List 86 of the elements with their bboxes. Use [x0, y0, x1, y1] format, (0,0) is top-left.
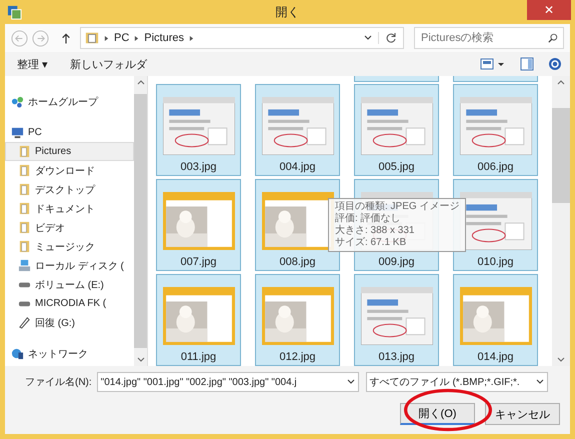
file-tile[interactable]: 006.jpg — [453, 84, 538, 176]
nav-label: ダウンロード — [35, 164, 95, 178]
nav-label: ビデオ — [35, 222, 65, 234]
nav-item[interactable]: ネットワーク — [5, 344, 134, 363]
nav-label: ホームグループ — [28, 96, 98, 108]
nav-item[interactable]: PC — [5, 123, 134, 142]
app-icon — [7, 4, 22, 20]
folder-icon — [18, 240, 31, 253]
network-icon — [11, 347, 24, 360]
nav-label: 回復 (G:) — [35, 316, 75, 330]
file-name: 004.jpg — [279, 161, 316, 173]
file-name: 008.jpg — [279, 256, 316, 268]
nav-item[interactable]: ドキュメント — [5, 199, 134, 218]
file-name: 009.jpg — [378, 256, 415, 268]
nav-item[interactable]: Pictures — [5, 142, 134, 161]
preview-pane-icon[interactable] — [520, 57, 534, 71]
nav-item[interactable]: 回復 (G:) — [5, 313, 134, 332]
file-tile[interactable]: 012.jpg — [255, 274, 340, 366]
computer-icon — [11, 126, 24, 139]
chevron-right-icon[interactable] — [134, 34, 140, 42]
nav-item[interactable]: ビデオ — [5, 218, 134, 237]
folder-icon — [18, 164, 31, 177]
organize-button[interactable]: 整理 ▾ — [13, 54, 52, 74]
close-button[interactable]: ✕ — [527, 0, 571, 20]
nav-item[interactable]: ミュージック — [5, 237, 134, 256]
chevron-down-icon[interactable] — [346, 379, 355, 385]
scroll-up-icon[interactable] — [557, 79, 565, 85]
nav-label: PC — [28, 127, 42, 138]
pen-icon — [18, 316, 31, 329]
address-bar[interactable]: PC Pictures — [80, 27, 404, 49]
file-tile[interactable]: 004.jpg — [255, 84, 340, 176]
file-name: 003.jpg — [180, 161, 217, 173]
nav-item[interactable]: ダウンロード — [5, 161, 134, 180]
filename-field[interactable]: "014.jpg" "001.jpg" "002.jpg" "003.jpg" "004.j — [96, 372, 359, 392]
file-name: 012.jpg — [279, 351, 316, 363]
file-tile[interactable]: 005.jpg — [354, 84, 439, 176]
file-tile[interactable]: 011.jpg — [156, 274, 241, 366]
nav-label: Pictures — [35, 146, 72, 157]
breadcrumb[interactable]: Pictures — [144, 32, 184, 44]
chevron-down-icon[interactable] — [536, 379, 544, 385]
nav-label: ネットワーク — [28, 348, 88, 360]
file-tile[interactable]: 003.jpg — [156, 84, 241, 176]
scroll-down-icon[interactable] — [557, 357, 565, 363]
folder-icon — [85, 31, 99, 45]
nav-item[interactable]: MICRODIA FK ( — [5, 294, 134, 313]
chevron-right-icon[interactable] — [189, 34, 194, 42]
breadcrumb[interactable]: PC — [114, 32, 130, 44]
nav-label: ミュージック — [35, 240, 95, 254]
file-tile[interactable]: 013.jpg — [354, 274, 439, 366]
up-icon[interactable] — [61, 32, 71, 44]
file-name: 014.jpg — [477, 351, 514, 363]
nav-label: デスクトップ — [35, 184, 95, 196]
disk-icon — [18, 259, 31, 272]
nav-label: ドキュメント — [35, 202, 95, 216]
file-name: 013.jpg — [378, 351, 415, 363]
folder-icon — [18, 202, 31, 215]
file-tile[interactable]: 014.jpg — [453, 274, 538, 366]
window-title: 開く — [276, 4, 300, 20]
open-button[interactable]: 開く(O) — [400, 403, 475, 425]
cancel-button[interactable]: キャンセル — [485, 403, 560, 425]
file-name: 011.jpg — [180, 351, 216, 363]
folder-icon — [18, 221, 31, 234]
nav-label: MICRODIA FK ( — [35, 298, 106, 309]
homegroup-icon — [11, 95, 24, 108]
file-name: 006.jpg — [477, 161, 514, 173]
folder-icon — [18, 145, 31, 158]
new-folder-button[interactable]: 新しいフォルダ — [66, 54, 152, 74]
nav-item[interactable]: ボリューム (E:) — [5, 275, 134, 294]
chevron-right-icon[interactable] — [104, 34, 109, 42]
file-tile[interactable]: 007.jpg — [156, 179, 241, 271]
nav-item[interactable]: ホームグループ — [5, 92, 134, 111]
scroll-down-icon[interactable] — [136, 357, 144, 363]
nav-label: ボリューム (E:) — [35, 278, 104, 292]
search-icon — [548, 33, 558, 43]
nav-item[interactable]: デスクトップ — [5, 180, 134, 199]
file-name: 007.jpg — [180, 256, 217, 268]
view-icon[interactable] — [480, 57, 506, 71]
scroll-up-icon[interactable] — [136, 79, 144, 85]
nav-item[interactable]: ローカル ディスク ( — [5, 256, 134, 275]
folder-icon — [18, 183, 31, 196]
filename-label: ファイル名(N): — [25, 376, 92, 389]
file-name: 010.jpg — [477, 256, 514, 268]
nav-label: ローカル ディスク ( — [35, 260, 124, 272]
file-type-dropdown[interactable]: すべてのファイル (*.BMP;*.GIF;*. — [366, 372, 548, 392]
search-field[interactable]: Picturesの検索 — [414, 27, 564, 49]
file-name: 005.jpg — [378, 161, 415, 173]
